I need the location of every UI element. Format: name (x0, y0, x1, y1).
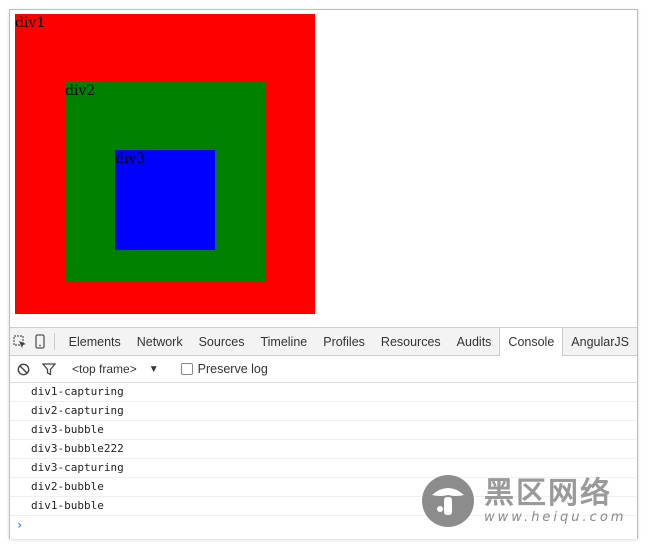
div3-label: div3 (115, 151, 146, 167)
inspect-element-icon[interactable] (10, 328, 30, 355)
browser-window: div1 div2 div3 Elements Network Sources … (9, 9, 638, 539)
div2-box[interactable]: div2 div3 (65, 82, 265, 282)
div3-box[interactable]: div3 (115, 150, 215, 250)
console-toolbar: <top frame> ▼ Preserve log (10, 356, 637, 383)
tab-timeline[interactable]: Timeline (252, 328, 315, 355)
tab-sources[interactable]: Sources (191, 328, 253, 355)
watermark-title: 黑区网络 (484, 475, 612, 511)
tab-elements[interactable]: Elements (61, 328, 129, 355)
console-message: div3-bubble222 (10, 440, 637, 459)
devtools-tabs: Elements Network Sources Timeline Profil… (61, 328, 637, 356)
devtools-tabbar: Elements Network Sources Timeline Profil… (10, 328, 637, 356)
div1-label: div1 (15, 15, 46, 31)
frame-selector-value: <top frame> (72, 362, 137, 376)
console-message: div2-capturing (10, 402, 637, 421)
device-mode-icon[interactable] (30, 328, 50, 355)
page-viewport: div1 div2 div3 (10, 10, 637, 327)
div2-label: div2 (65, 83, 96, 99)
dropdown-arrow-icon: ▼ (148, 363, 159, 375)
console-message: div1-capturing (10, 383, 637, 402)
watermark-url: www.heiqu.com (484, 509, 627, 525)
tab-network[interactable]: Network (129, 328, 191, 355)
preserve-log-checkbox[interactable] (180, 363, 193, 375)
frame-selector[interactable]: <top frame> ▼ (72, 362, 159, 376)
filter-icon[interactable] (36, 356, 62, 382)
preserve-log-option[interactable]: Preserve log (180, 362, 268, 376)
console-message: div3-bubble (10, 421, 637, 440)
tab-console[interactable]: Console (499, 328, 564, 356)
clear-console-icon[interactable] (10, 356, 36, 382)
site-watermark: 黑区网络 www.heiqu.com (420, 472, 645, 530)
preserve-log-label: Preserve log (197, 362, 268, 376)
div1-box[interactable]: div1 div2 div3 (15, 14, 315, 314)
tabbar-divider (53, 333, 55, 350)
tab-angularjs[interactable]: AngularJS (563, 328, 637, 355)
tab-profiles[interactable]: Profiles (315, 328, 373, 355)
tab-audits[interactable]: Audits (449, 328, 500, 355)
tab-resources[interactable]: Resources (373, 328, 449, 355)
watermark-logo-icon (422, 475, 474, 527)
